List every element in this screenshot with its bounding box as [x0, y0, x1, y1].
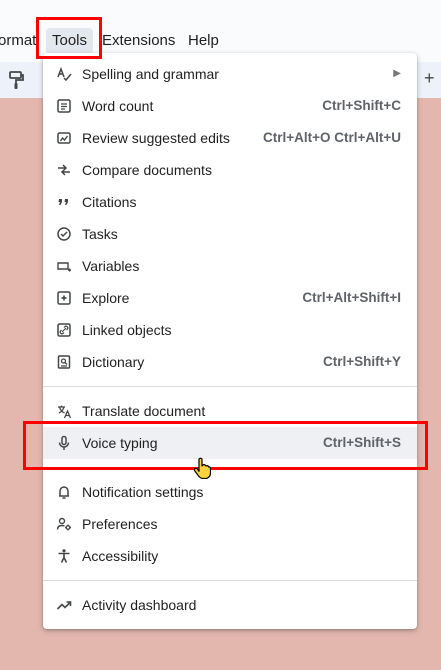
plus-icon[interactable]: + — [424, 68, 435, 89]
menu-item-activity-dashboard[interactable]: Activity dashboard — [43, 589, 417, 621]
tools-highlight-box — [36, 17, 102, 59]
translate-icon — [56, 403, 72, 419]
linked-objects-icon — [56, 322, 72, 338]
variables-icon — [56, 258, 72, 274]
menu-item-label: Activity dashboard — [82, 597, 197, 613]
menu-item-label: Notification settings — [82, 484, 204, 500]
menu-help[interactable]: Help — [182, 28, 225, 54]
menu-item-label: Spelling and grammar — [82, 66, 219, 82]
menu-item-shortcut: Ctrl+Alt+O Ctrl+Alt+U — [262, 130, 401, 145]
menu-item-label: Review suggested edits — [82, 130, 230, 146]
menu-item-label: Dictionary — [82, 354, 145, 370]
menu-item-shortcut: Ctrl+Shift+C — [322, 98, 401, 113]
submenu-arrow-icon: ▶ — [393, 68, 401, 79]
menu-separator — [43, 580, 417, 581]
menu-item-label: Accessibility — [82, 548, 159, 564]
menu-item-word-count[interactable]: Word count Ctrl+Shift+C — [43, 90, 417, 122]
menu-item-explore[interactable]: Explore Ctrl+Alt+Shift+I — [43, 282, 417, 314]
menu-item-label: Explore — [82, 290, 130, 306]
menu-item-linked-objects[interactable]: Linked objects — [43, 314, 417, 346]
menu-item-shortcut: Ctrl+Shift+Y — [322, 354, 401, 369]
menu-extensions[interactable]: Extensions — [96, 28, 181, 54]
hand-cursor-icon — [193, 457, 212, 480]
menu-item-dictionary[interactable]: Dictionary Ctrl+Shift+Y — [43, 346, 417, 378]
paint-format-icon[interactable] — [6, 70, 26, 90]
menu-item-label: Variables — [82, 258, 140, 274]
menu-item-label: Tasks — [82, 226, 118, 242]
menu-item-tasks[interactable]: Tasks — [43, 218, 417, 250]
menu-item-label: Compare documents — [82, 162, 212, 178]
menu-item-review-suggested-edits[interactable]: Review suggested edits Ctrl+Alt+O Ctrl+Al… — [43, 122, 417, 154]
menu-item-notification-settings[interactable]: Notification settings — [43, 476, 417, 508]
menu-item-label: Preferences — [82, 516, 158, 532]
menu-item-label: Linked objects — [82, 322, 172, 338]
spellcheck-icon — [56, 66, 72, 82]
menu-separator — [43, 386, 417, 387]
word-count-icon — [56, 98, 72, 114]
menu-item-label: Citations — [82, 194, 137, 210]
menu-item-preferences[interactable]: Preferences — [43, 508, 417, 540]
tools-menu: Spelling and grammar ▶ Word count Ctrl+Shif… — [43, 53, 417, 629]
menu-item-label: Word count — [82, 98, 154, 114]
menu-item-variables[interactable]: Variables — [43, 250, 417, 282]
accessibility-icon — [56, 548, 72, 564]
compare-icon — [56, 162, 72, 178]
bell-icon — [56, 484, 72, 500]
menu-item-spelling-and-grammar[interactable]: Spelling and grammar ▶ — [43, 58, 417, 90]
trending-icon — [56, 597, 72, 613]
review-edits-icon — [56, 130, 72, 146]
dictionary-icon — [56, 354, 72, 370]
tasks-icon — [56, 226, 72, 242]
voice-typing-highlight-box — [23, 421, 428, 470]
menu-item-accessibility[interactable]: Accessibility — [43, 540, 417, 572]
menu-item-citations[interactable]: Citations — [43, 186, 417, 218]
menu-item-shortcut: Ctrl+Alt+Shift+I — [302, 290, 401, 305]
explore-icon — [56, 290, 72, 306]
menu-item-compare-documents[interactable]: Compare documents — [43, 154, 417, 186]
preferences-icon — [56, 516, 72, 532]
quote-icon — [56, 194, 72, 210]
